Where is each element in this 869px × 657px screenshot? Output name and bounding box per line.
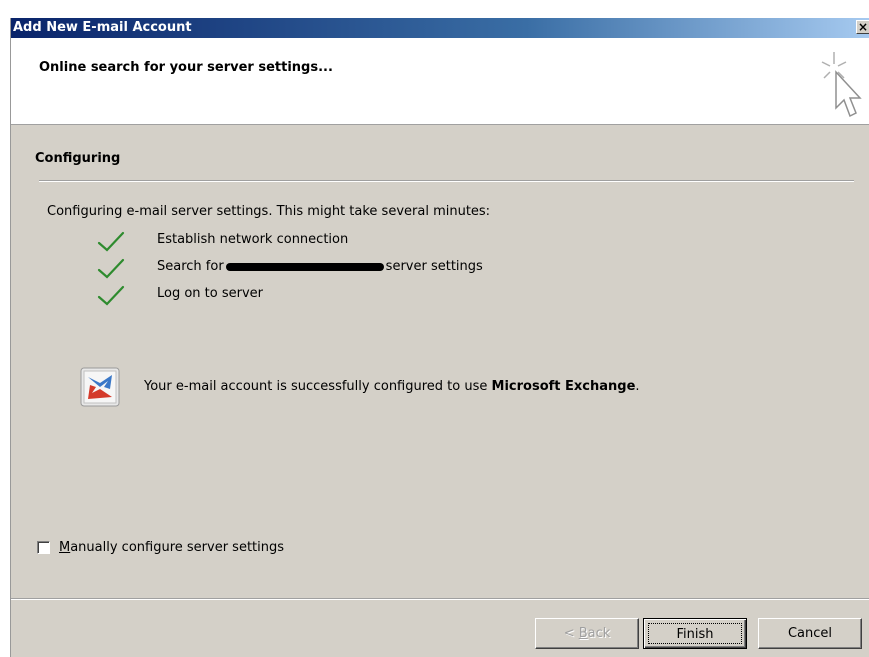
close-button[interactable]: × (856, 20, 869, 34)
manual-configure-label[interactable]: Manually configure server settings (59, 540, 284, 555)
back-mnemonic: B (578, 626, 588, 641)
back-button[interactable]: < Back (535, 618, 639, 649)
step-label-suffix: server settings (385, 259, 483, 274)
close-icon: × (857, 20, 869, 34)
step-label: Search for server settings (157, 259, 483, 274)
exchange-icon (80, 367, 120, 407)
title-bar: Add New E-mail Account × (11, 18, 869, 38)
section-title: Configuring (35, 151, 121, 166)
success-text: Your e-mail account is successfully conf… (144, 379, 640, 394)
back-prefix: < (563, 626, 579, 641)
success-text-main: Your e-mail account is successfully conf… (144, 379, 492, 394)
step-label: Log on to server (157, 286, 264, 301)
step-label-prefix: Search for (157, 259, 224, 274)
finish-label: Finish (648, 623, 742, 644)
manual-label-rest: anually configure server settings (70, 540, 285, 555)
wizard-header: Online search for your server settings..… (11, 38, 869, 125)
check-icon (97, 285, 125, 306)
check-icon (97, 231, 125, 252)
step-label: Establish network connection (157, 232, 349, 247)
cancel-button[interactable]: Cancel (758, 618, 862, 649)
check-icon (97, 258, 125, 279)
section-divider (39, 180, 854, 182)
cursor-sparkle-icon (821, 52, 862, 118)
redacted-email (225, 262, 384, 271)
footer-divider (11, 598, 869, 600)
add-email-account-dialog: Add New E-mail Account × Online search f… (10, 18, 869, 657)
progress-intro: Configuring e-mail server settings. This… (47, 204, 491, 219)
manual-mnemonic: M (59, 540, 71, 555)
manual-configure-checkbox[interactable] (37, 541, 50, 554)
header-title: Online search for your server settings..… (39, 60, 333, 75)
finish-button[interactable]: Finish (643, 618, 747, 649)
back-rest: ack (587, 626, 611, 641)
success-text-suffix: . (635, 379, 640, 394)
product-name: Microsoft Exchange (491, 379, 636, 394)
window-title: Add New E-mail Account (13, 20, 192, 35)
